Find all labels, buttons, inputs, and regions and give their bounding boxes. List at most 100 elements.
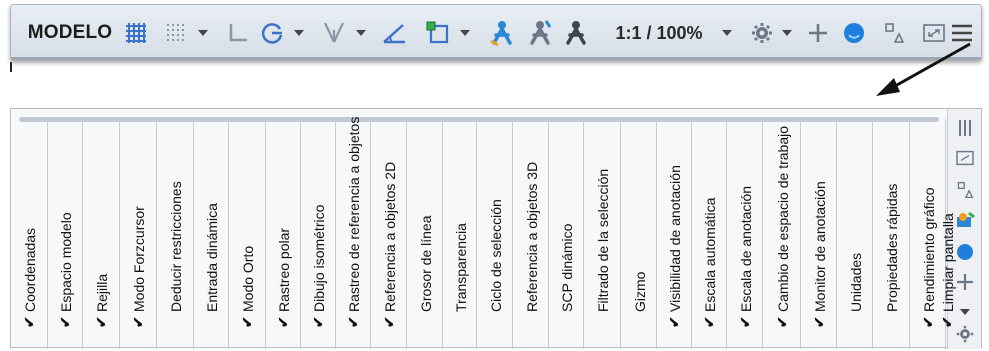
menu-item-label: Propiedades rápidas (883, 183, 900, 312)
menu-item-label: SCP dinámico (558, 223, 575, 312)
isometric-drafting-icon[interactable] (317, 15, 351, 51)
auto-scale-icon[interactable] (523, 15, 557, 51)
menu-lines-icon[interactable] (954, 117, 976, 139)
annotation-scale-icon[interactable] (559, 15, 593, 51)
menu-item-label: Deducir restricciones (167, 181, 184, 312)
gear-icon[interactable] (954, 323, 976, 345)
checkmark-icon: ✔ (93, 316, 109, 328)
menu-item-label: Gizmo (631, 271, 647, 312)
menu-item-label: Espacio modelo (57, 212, 74, 312)
menu-item[interactable]: ✔Grosor de línea (407, 119, 443, 349)
menu-item[interactable]: ✔ Limpiar pantalla (939, 119, 955, 349)
plus-icon[interactable] (954, 271, 976, 293)
menu-item[interactable]: ✔ Coordenadas (11, 119, 48, 349)
snap-mode-icon[interactable] (161, 15, 191, 51)
dropdown-icon[interactable] (291, 15, 307, 51)
menu-item[interactable]: ✔ Modo Forzcursor (120, 119, 157, 349)
menu-item-label: Grosor de línea (417, 215, 433, 313)
dropdown-icon[interactable] (954, 301, 976, 323)
menu-item-label: Ciclo de selección (487, 199, 503, 312)
dropdown-icon[interactable] (779, 15, 795, 51)
menu-item-label: Escala automática (701, 197, 718, 312)
menu-item[interactable]: ✔ Escala de anotación (727, 119, 763, 349)
polar-tracking-icon[interactable] (257, 15, 287, 51)
menu-item[interactable]: ✔Referencia a objetos 3D (513, 119, 549, 349)
object-snap-icon[interactable] (421, 15, 455, 51)
menu-item[interactable]: ✔Deducir restricciones (157, 119, 194, 349)
menu-item[interactable]: ✔Transparencia (443, 119, 477, 349)
menu-item[interactable]: ✔ Dibujo isométrico (301, 119, 336, 349)
menu-item-label: Unidades (847, 252, 863, 312)
isolate-objects-icon[interactable] (839, 15, 869, 51)
menu-item[interactable]: ✔Entrada dinámica (194, 119, 229, 349)
menu-item[interactable]: ✔ Escala automática (692, 119, 727, 349)
checkmark-icon: ✔ (701, 316, 717, 328)
menu-item[interactable]: ✔Filtrado de la selección (584, 119, 621, 349)
ortho-mode-icon[interactable] (223, 15, 253, 51)
status-bar: MODELO 1:1 / 100% (10, 4, 982, 60)
menu-item-label: Cambio de espacio de trabajo (774, 125, 790, 312)
menu-item[interactable]: ✔Unidades (837, 119, 873, 349)
menu-item[interactable]: ✔Propiedades rápidas (873, 119, 910, 349)
statusbar-customization-menu: ✔ Coordenadas ✔ Espacio modelo ✔ Rejilla ✔ Modo… (10, 108, 982, 349)
menu-item-label: Rastreo de referencia a objetos (345, 116, 362, 312)
checkmark-icon: ✔ (810, 316, 827, 328)
checkmark-icon: ✔ (239, 316, 255, 328)
clean-screen-icon[interactable] (954, 147, 976, 169)
menu-item[interactable]: ✔ Rastreo polar (266, 119, 301, 349)
quick-properties-icon[interactable] (954, 179, 976, 201)
menu-item-label: Rendimiento gráfico (920, 187, 936, 312)
blue-circle-icon[interactable] (954, 241, 976, 263)
checkmark-icon: ✔ (938, 316, 955, 328)
menu-item[interactable]: ✔SCP dinámico (549, 119, 584, 349)
dropdown-icon[interactable] (457, 15, 473, 51)
menu-item[interactable]: ✔ Espacio modelo (48, 119, 83, 349)
menu-item-label: Referencia a objetos 2D (381, 161, 397, 312)
checkmark-icon: ✔ (57, 316, 73, 328)
menu-item-label: Filtrado de la selección (594, 168, 611, 312)
dropdown-icon[interactable] (195, 15, 211, 51)
menu-item-label: Modo Forzcursor (130, 206, 147, 312)
annotation-visibility-icon[interactable] (485, 15, 519, 51)
workspace-gear-icon[interactable] (747, 15, 777, 51)
menu-item-label: Modo Orto (239, 245, 256, 312)
menu-item-label: Referencia a objetos 3D (523, 161, 539, 312)
menu-item[interactable]: ✔ Monitor de anotación (801, 119, 837, 349)
object-snap-tracking-icon[interactable] (377, 15, 411, 51)
menu-item[interactable]: ✔ Modo Orto (229, 119, 266, 349)
menu-item[interactable]: ✔ Cambio de espacio de trabajo (763, 119, 801, 349)
menu-item-label: Coordenadas (21, 227, 38, 312)
menu-item-label: Limpiar pantalla (939, 213, 955, 312)
menu-item-label: Dibujo isométrico (310, 204, 327, 312)
menu-item[interactable]: ✔Ciclo de selección (477, 119, 513, 349)
dropdown-icon[interactable] (719, 15, 735, 51)
annotation-scale-value[interactable]: 1:1 / 100% (599, 15, 719, 51)
menu-item[interactable]: ✔ Referencia a objetos 2D (371, 119, 407, 349)
checkmark-icon: ✔ (919, 316, 936, 328)
dropdown-icon[interactable] (353, 15, 369, 51)
menu-item-label: Transparencia (452, 223, 468, 312)
grid-display-icon[interactable] (121, 15, 151, 51)
graphics-performance-icon[interactable] (954, 209, 976, 231)
menu-item[interactable]: ✔ Visibilidad de anotación (657, 119, 692, 349)
checkmark-icon: ✔ (773, 316, 790, 328)
checkmark-icon: ✔ (736, 316, 753, 328)
menu-item-label: Rastreo polar (275, 227, 292, 312)
menu-item-label: Visibilidad de anotación (666, 165, 683, 312)
checkmark-icon: ✔ (345, 316, 361, 328)
model-tab[interactable]: MODELO (27, 15, 113, 51)
checkmark-icon: ✔ (130, 316, 146, 328)
menu-item[interactable]: ✔ Rejilla (83, 119, 120, 349)
annotation-monitor-plus-icon[interactable] (803, 15, 833, 51)
checkmark-icon: ✔ (666, 316, 682, 328)
menu-item-label: Monitor de anotación (811, 181, 827, 312)
status-bar-bottom-edge (11, 57, 981, 60)
checkmark-icon: ✔ (310, 316, 326, 328)
menu-item[interactable]: ✔Gizmo (621, 119, 657, 349)
menu-item[interactable]: ✔ Rastreo de referencia a objetos (336, 116, 371, 349)
checkmark-icon: ✔ (275, 316, 291, 328)
checkmark-icon: ✔ (21, 316, 37, 328)
checkmark-icon: ✔ (380, 316, 397, 328)
menu-item-label: Escala de anotación (737, 185, 753, 312)
pointer-arrow (876, 42, 971, 96)
